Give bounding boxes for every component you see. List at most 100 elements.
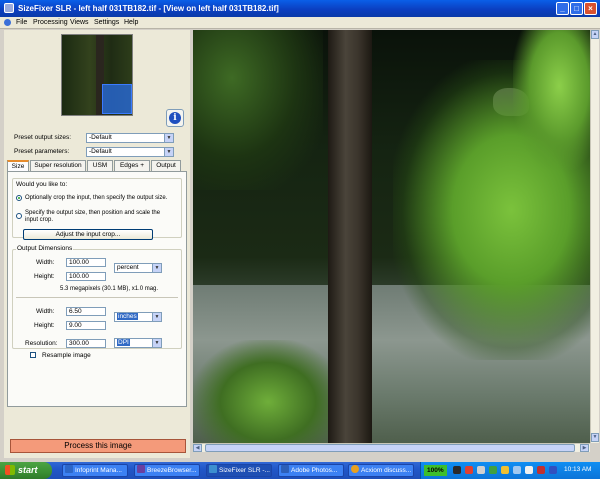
tab-edges[interactable]: Edges +	[114, 160, 150, 171]
tray-app-icon[interactable]	[453, 466, 461, 474]
preset-output-select[interactable]: -Default ▼	[86, 133, 174, 143]
windows-logo-icon	[5, 465, 15, 475]
chevron-down-icon: ▼	[152, 264, 161, 272]
width2-input[interactable]: 6.50	[66, 307, 106, 316]
close-button[interactable]: ×	[584, 2, 597, 15]
tray-volume-icon[interactable]	[525, 466, 533, 474]
preset-params-value: -Default	[89, 148, 112, 155]
chevron-down-icon: ▼	[152, 339, 161, 347]
task-photoshop[interactable]: Adobe Photos...	[278, 464, 344, 477]
chevron-down-icon: ▼	[152, 313, 161, 321]
battery-indicator[interactable]: 100%	[424, 465, 447, 476]
sizefixer-icon	[209, 465, 217, 473]
percent-unit-select[interactable]: percent ▼	[114, 263, 162, 273]
system-tray: 100% 10:13 AM	[420, 462, 600, 479]
control-panel: i Preset output sizes: -Default ▼ Preset…	[4, 30, 190, 458]
resolution-input[interactable]: 300.00	[66, 339, 106, 348]
acxiom-icon	[351, 465, 359, 473]
menu-processing[interactable]: Processing	[33, 19, 68, 26]
width-input[interactable]: 100.00	[66, 258, 106, 267]
tray-network-icon[interactable]	[477, 466, 485, 474]
tab-super-resolution[interactable]: Super resolution	[30, 160, 86, 171]
width2-label: Width:	[36, 308, 55, 315]
output-dimensions-label: Output Dimensions	[16, 245, 74, 252]
height-input[interactable]: 100.00	[66, 272, 106, 281]
width-label: Width:	[36, 259, 55, 266]
resolution-unit-value: DPI	[117, 339, 130, 346]
resolution-unit-select[interactable]: DPI ▼	[114, 338, 162, 348]
upper-foliage	[513, 30, 590, 170]
app-menu-icon[interactable]	[4, 19, 11, 26]
tray-security-icon[interactable]	[501, 466, 509, 474]
task-infoprint-label: Infoprint Mana...	[75, 467, 122, 474]
breezebrowser-icon	[137, 465, 145, 473]
menu-help[interactable]: Help	[124, 19, 138, 26]
tray-status-icon[interactable]	[489, 466, 497, 474]
menu-bar: File Processing Views Settings Help	[0, 17, 600, 29]
app-icon	[4, 3, 14, 13]
maximize-button[interactable]: □	[570, 2, 583, 15]
task-breezebrowser-label: BreezeBrowser...	[147, 467, 197, 474]
horizontal-scrollbar[interactable]: ◀ ▶	[193, 443, 590, 452]
tray-alert-icon[interactable]	[465, 466, 473, 474]
process-image-button[interactable]: Process this image	[10, 439, 186, 453]
scroll-down-icon[interactable]: ▼	[591, 433, 599, 442]
task-sizefixer-label: SizeFixer SLR -...	[219, 467, 270, 474]
tab-usm[interactable]: USM	[87, 160, 113, 171]
window-title: SizeFixer SLR - left half 031TB182.tif -…	[18, 4, 279, 13]
preset-params-select[interactable]: -Default ▼	[86, 147, 174, 157]
tree-trunk	[328, 30, 372, 443]
resample-label: Resample image	[42, 352, 91, 359]
clock[interactable]: 10:13 AM	[564, 466, 591, 473]
dimensions-divider	[16, 297, 178, 298]
image-viewer[interactable]	[193, 30, 590, 443]
inches-unit-value: inches	[117, 313, 138, 320]
taskbar: start Infoprint Mana... BreezeBrowser...…	[0, 462, 600, 479]
preset-params-label: Preset parameters:	[14, 148, 70, 155]
inches-unit-select[interactable]: inches ▼	[114, 312, 162, 322]
task-breezebrowser[interactable]: BreezeBrowser...	[134, 464, 200, 477]
mode-question: Would you like to:	[16, 181, 68, 188]
option1-label: Optionally crop the input, then specify …	[25, 195, 168, 201]
horizontal-scroll-thumb[interactable]	[205, 444, 575, 452]
start-label: start	[18, 465, 38, 475]
minimize-button[interactable]: _	[556, 2, 569, 15]
tab-output[interactable]: Output	[151, 160, 181, 171]
size-tab-page: Would you like to: Optionally crop the i…	[7, 171, 187, 407]
app-window: SizeFixer SLR - left half 031TB182.tif -…	[0, 0, 600, 479]
resample-checkbox[interactable]	[30, 352, 36, 358]
option1-radio[interactable]	[16, 195, 22, 201]
menu-file[interactable]: File	[16, 19, 27, 26]
lower-foliage	[193, 340, 343, 443]
percent-unit-value: percent	[117, 264, 139, 271]
task-photoshop-label: Adobe Photos...	[291, 467, 338, 474]
navigator-thumbnail[interactable]	[61, 34, 133, 116]
option2-label-line2: input crop.	[25, 217, 54, 223]
scroll-right-icon[interactable]: ▶	[580, 444, 589, 452]
chevron-down-icon: ▼	[164, 134, 173, 142]
tray-bluetooth-icon[interactable]	[549, 466, 557, 474]
chevron-down-icon: ▼	[164, 148, 173, 156]
task-sizefixer[interactable]: SizeFixer SLR -...	[206, 464, 272, 477]
info-icon: i	[169, 112, 181, 124]
vertical-scrollbar[interactable]: ▲ ▼	[590, 30, 599, 443]
info-button[interactable]: i	[166, 109, 184, 127]
photoshop-icon	[281, 465, 289, 473]
adjust-crop-button[interactable]: Adjust the input crop...	[23, 229, 153, 240]
start-button[interactable]: start	[0, 462, 52, 479]
task-acxiom[interactable]: Acxiom discuss...	[348, 464, 414, 477]
scroll-left-icon[interactable]: ◀	[193, 444, 202, 452]
title-bar[interactable]: SizeFixer SLR - left half 031TB182.tif -…	[0, 0, 600, 17]
view-selection-rect[interactable]	[102, 84, 132, 114]
option2-radio[interactable]	[16, 213, 22, 219]
menu-settings[interactable]: Settings	[94, 19, 119, 26]
scroll-up-icon[interactable]: ▲	[591, 30, 599, 39]
tray-display-icon[interactable]	[513, 466, 521, 474]
menu-views[interactable]: Views	[70, 19, 89, 26]
height-label: Height:	[34, 273, 55, 280]
task-acxiom-label: Acxiom discuss...	[361, 467, 412, 474]
settings-tabs: Size Super resolution USM Edges + Output	[7, 160, 187, 172]
height2-input[interactable]: 9.00	[66, 321, 106, 330]
tray-update-icon[interactable]	[537, 466, 545, 474]
task-infoprint[interactable]: Infoprint Mana...	[62, 464, 128, 477]
